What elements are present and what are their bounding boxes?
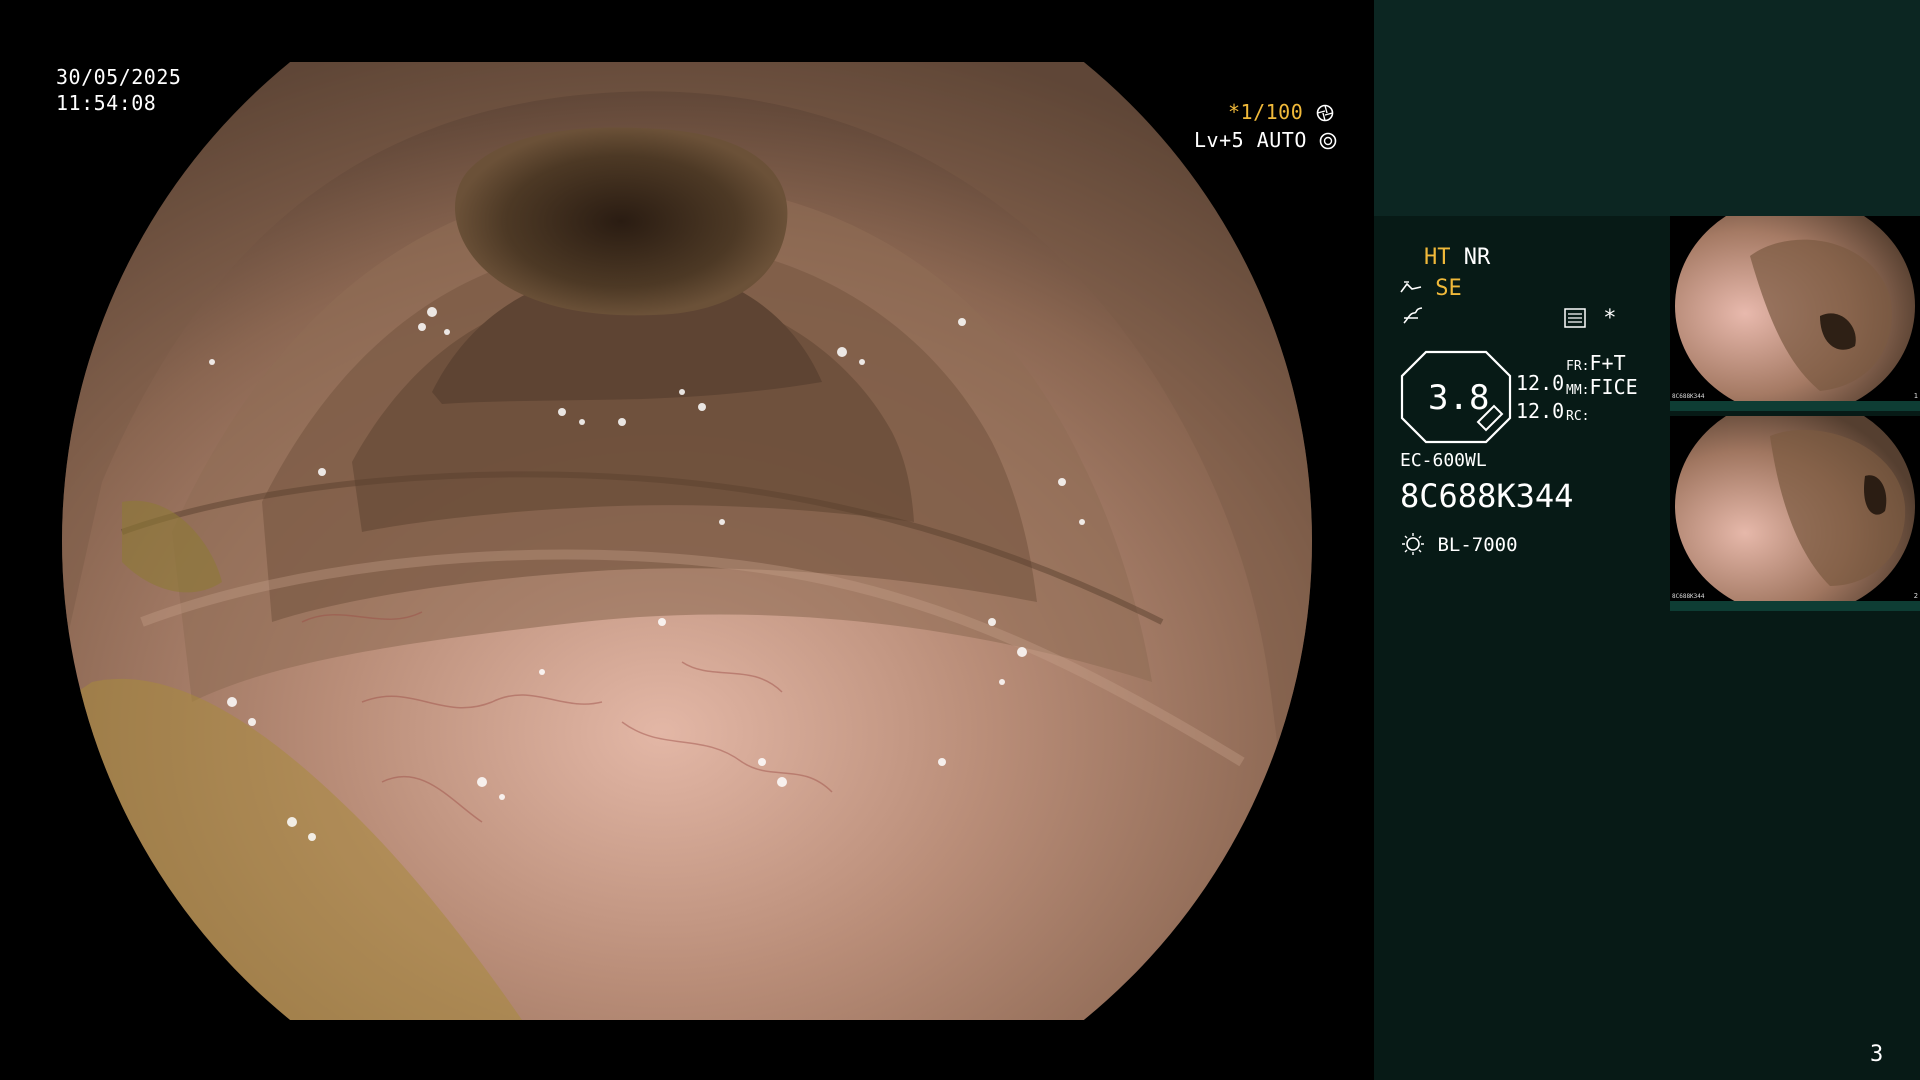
ht-indicator: HT [1424, 245, 1451, 270]
nr-indicator: NR [1463, 245, 1491, 270]
light-source-row: BL-7000 [1400, 532, 1518, 558]
curve-icon [1400, 276, 1435, 301]
mm-label: MM: [1566, 383, 1590, 398]
thumbnail-bar [1670, 601, 1920, 611]
se-row: SE [1400, 276, 1462, 302]
lamp-icon [1400, 533, 1437, 556]
value-2: 12.0 [1516, 399, 1565, 423]
star-indicator: * [1603, 306, 1617, 331]
ht-nr-row: HT NR [1424, 245, 1490, 271]
thumbnail-bar [1670, 401, 1920, 411]
thumbnail-number: 1 [1913, 392, 1918, 400]
se-indicator: SE [1435, 276, 1462, 301]
level-row: Lv+5 AUTO [1194, 127, 1337, 153]
panel-header [1374, 0, 1920, 216]
aperture-icon [1316, 100, 1334, 124]
mm-value: FICE [1589, 375, 1638, 399]
list-icon [1564, 306, 1599, 331]
thumbnail-1[interactable]: 8C688K344 1 [1670, 216, 1920, 411]
thumbnail-2[interactable]: 8C688K344 2 [1670, 416, 1920, 611]
light-source-model: BL-7000 [1437, 534, 1518, 556]
time-display: 11:54:08 [56, 91, 157, 115]
thumbnail-image [1675, 216, 1915, 411]
shutter-row: *1/100 [1228, 99, 1334, 125]
thumbnail-number: 2 [1913, 592, 1918, 600]
scope-model: EC-600WL [1400, 450, 1487, 471]
endoscopy-image [62, 62, 1312, 1020]
rc-label: RC: [1566, 409, 1590, 424]
shutter-speed: *1/100 [1228, 100, 1304, 124]
date-display: 30/05/2025 [56, 65, 182, 89]
scope-serial: 8C688K344 [1400, 477, 1574, 515]
record-row: * [1564, 306, 1617, 332]
page-number: 3 [1870, 1042, 1884, 1067]
thumbnail-serial: 8C688K344 [1672, 393, 1705, 400]
iris-mode: AUTO [1256, 128, 1307, 152]
rc-row: RC: [1566, 400, 1589, 430]
endoscope-video-area: 30/05/2025 11:54:08 *1/100 Lv+5 AUTO [0, 0, 1374, 1080]
info-panel: HT NR SE * 3.8 12.0 12.0 FR:F+T MM:FICE … [1374, 0, 1920, 1080]
brightness-level: Lv+5 [1194, 128, 1245, 152]
fr-value: F+T [1589, 351, 1626, 375]
auto-iris-icon [1319, 128, 1337, 152]
thumbnail-image [1675, 416, 1915, 611]
wave-icon [1402, 306, 1424, 332]
value-1: 12.0 [1516, 371, 1565, 395]
zoom-value: 3.8 [1428, 378, 1490, 418]
fr-label: FR: [1566, 359, 1590, 374]
thumbnail-serial: 8C688K344 [1672, 593, 1705, 600]
